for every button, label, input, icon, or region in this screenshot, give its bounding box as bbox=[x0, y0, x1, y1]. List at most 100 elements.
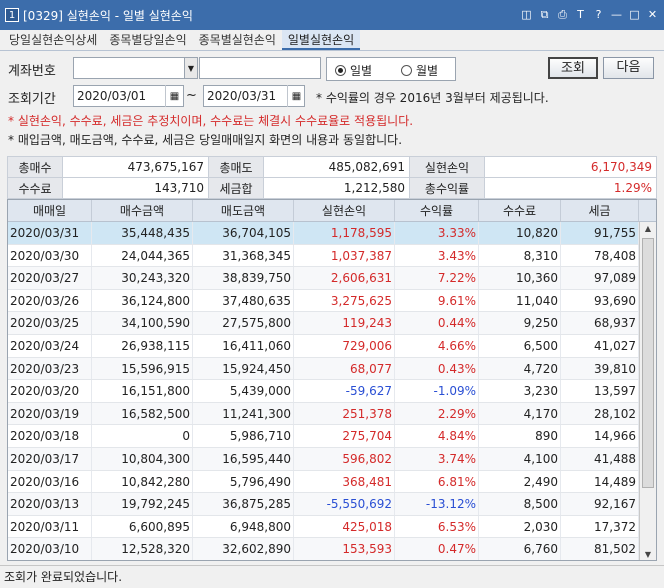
layout-icon[interactable]: ◫ bbox=[519, 7, 534, 22]
header-return-rate[interactable]: 수익률 bbox=[395, 200, 479, 221]
table-cell: 3.43% bbox=[395, 244, 479, 267]
table-cell: 4,170 bbox=[479, 402, 561, 425]
vertical-scrollbar[interactable]: ▲ ▼ bbox=[639, 222, 656, 560]
next-button[interactable]: 다음 bbox=[603, 57, 654, 79]
table-cell: 2020/03/10 bbox=[8, 538, 92, 560]
table-row[interactable]: 2020/03/18 0 5,986,710 275,704 4.84% 890 14,96… bbox=[8, 425, 656, 448]
daily-pl-grid: 매매일 매수금액 매도금액 실현손익 수익률 수수료 세금 2020/03/31… bbox=[7, 199, 657, 561]
table-cell: 3,275,625 bbox=[294, 289, 395, 312]
table-cell: 368,481 bbox=[294, 470, 395, 493]
radio-monthly[interactable]: 월별 bbox=[401, 62, 438, 79]
realized-pl-value: 6,170,349 bbox=[484, 156, 657, 178]
table-cell: 2020/03/20 bbox=[8, 380, 92, 402]
tax-label: 세금합 bbox=[208, 177, 264, 199]
radio-monthly-label: 월별 bbox=[416, 64, 439, 78]
calendar-icon[interactable]: ▦ bbox=[165, 85, 183, 107]
table-cell: 890 bbox=[479, 425, 561, 447]
account-name-field bbox=[199, 57, 321, 79]
table-row[interactable]: 2020/03/25 34,100,590 27,575,800 119,243 0.4… bbox=[8, 312, 656, 335]
table-cell: 32,602,890 bbox=[193, 538, 294, 560]
tab-daily-realized-detail[interactable]: 당일실현손익상세 bbox=[3, 30, 103, 50]
table-row[interactable]: 2020/03/16 10,842,280 5,796,490 368,481 6.81… bbox=[8, 470, 656, 494]
table-cell: 1,037,387 bbox=[294, 244, 395, 267]
table-cell: 2020/03/16 bbox=[8, 470, 92, 493]
scroll-thumb[interactable] bbox=[642, 238, 654, 488]
table-cell: -1.09% bbox=[395, 380, 479, 402]
table-cell: 17,372 bbox=[561, 515, 639, 538]
table-cell: 5,796,490 bbox=[193, 470, 294, 493]
table-cell: 119,243 bbox=[294, 312, 395, 334]
table-row[interactable]: 2020/03/19 16,582,500 11,241,300 251,378 2.2… bbox=[8, 402, 656, 426]
table-cell: 68,937 bbox=[561, 312, 639, 334]
scroll-down-icon[interactable]: ▼ bbox=[640, 548, 656, 560]
tab-stock-realized-pl[interactable]: 종목별실현손익 bbox=[193, 30, 282, 50]
table-cell: 2020/03/11 bbox=[8, 515, 92, 538]
table-row[interactable]: 2020/03/31 35,448,435 36,704,105 1,178,595 3… bbox=[8, 222, 656, 245]
table-row[interactable]: 2020/03/13 19,792,245 36,875,285 -5,550,692… bbox=[8, 493, 656, 516]
table-cell: 39,810 bbox=[561, 357, 639, 380]
table-cell: 9,250 bbox=[479, 312, 561, 334]
table-cell: 68,077 bbox=[294, 357, 395, 380]
radio-daily-label: 일별 bbox=[350, 64, 373, 78]
table-cell: 4.84% bbox=[395, 425, 479, 447]
table-cell: 2020/03/27 bbox=[8, 267, 92, 289]
scroll-up-icon[interactable]: ▲ bbox=[640, 222, 656, 236]
header-realized-pl[interactable]: 실현손익 bbox=[294, 200, 395, 221]
table-row[interactable]: 2020/03/23 15,596,915 15,924,450 68,077 0.43… bbox=[8, 357, 656, 381]
table-row[interactable]: 2020/03/30 24,044,365 31,368,345 1,037,387 3… bbox=[8, 244, 656, 268]
font-icon[interactable]: T bbox=[573, 7, 588, 22]
table-cell: 14,966 bbox=[561, 425, 639, 447]
header-tax[interactable]: 세금 bbox=[561, 200, 639, 221]
table-cell: 15,596,915 bbox=[92, 357, 193, 380]
tax-value: 1,212,580 bbox=[263, 177, 410, 199]
table-cell: 6,500 bbox=[479, 334, 561, 357]
table-cell: 729,006 bbox=[294, 334, 395, 357]
period-type-radio-group: 일별 월별 bbox=[326, 57, 456, 81]
table-cell: 2020/03/13 bbox=[8, 493, 92, 515]
table-row[interactable]: 2020/03/26 36,124,800 37,480,635 3,275,625 9… bbox=[8, 289, 656, 313]
table-cell: 36,875,285 bbox=[193, 493, 294, 515]
radio-daily[interactable]: 일별 bbox=[335, 62, 372, 79]
table-row[interactable]: 2020/03/11 6,600,895 6,948,800 425,018 6.53%… bbox=[8, 515, 656, 539]
table-cell: 41,027 bbox=[561, 334, 639, 357]
table-cell: 2,030 bbox=[479, 515, 561, 538]
header-fee[interactable]: 수수료 bbox=[479, 200, 561, 221]
table-cell: 10,360 bbox=[479, 267, 561, 289]
account-number-input[interactable] bbox=[73, 57, 185, 79]
print-icon[interactable]: ⎙ bbox=[555, 7, 570, 22]
close-icon[interactable]: ✕ bbox=[645, 7, 660, 22]
table-cell: 8,500 bbox=[479, 493, 561, 515]
table-row[interactable]: 2020/03/10 12,528,320 32,602,890 153,593 0.4… bbox=[8, 538, 656, 560]
query-button[interactable]: 조회 bbox=[548, 57, 598, 79]
table-cell: 0.43% bbox=[395, 357, 479, 380]
table-cell: -5,550,692 bbox=[294, 493, 395, 515]
table-row[interactable]: 2020/03/20 16,151,800 5,439,000 -59,627 -1.0… bbox=[8, 380, 656, 403]
table-cell: 251,378 bbox=[294, 402, 395, 425]
copy-icon[interactable]: ⧉ bbox=[537, 7, 552, 22]
header-trade-date[interactable]: 매매일 bbox=[8, 200, 92, 221]
table-cell: 19,792,245 bbox=[92, 493, 193, 515]
table-row[interactable]: 2020/03/17 10,804,300 16,595,440 596,802 3.7… bbox=[8, 447, 656, 471]
table-cell: 97,089 bbox=[561, 267, 639, 289]
table-cell: 24,044,365 bbox=[92, 244, 193, 267]
table-cell: 11,040 bbox=[479, 289, 561, 312]
tab-daily-realized-pl[interactable]: 일별실현손익 bbox=[281, 30, 361, 50]
title-bar: 1 [0329] 실현손익 - 일별 실현손익 ◫ ⧉ ⎙ T ? — □ ✕ bbox=[0, 0, 664, 30]
minimize-icon[interactable]: — bbox=[609, 7, 624, 22]
table-cell: 2,490 bbox=[479, 470, 561, 493]
table-row[interactable]: 2020/03/24 26,938,115 16,411,060 729,006 4.6… bbox=[8, 334, 656, 358]
table-cell: 2.29% bbox=[395, 402, 479, 425]
tab-stock-daily-pl[interactable]: 종목별당일손익 bbox=[103, 30, 192, 50]
table-cell: 11,241,300 bbox=[193, 402, 294, 425]
table-cell: 6.81% bbox=[395, 470, 479, 493]
table-cell: 92,167 bbox=[561, 493, 639, 515]
header-buy-amount[interactable]: 매수금액 bbox=[92, 200, 193, 221]
table-row[interactable]: 2020/03/27 30,243,320 38,839,750 2,606,631 7… bbox=[8, 267, 656, 290]
calendar-icon[interactable]: ▦ bbox=[287, 85, 305, 107]
account-dropdown-button[interactable]: ▼ bbox=[184, 57, 198, 79]
header-sell-amount[interactable]: 매도금액 bbox=[193, 200, 294, 221]
table-cell: 7.22% bbox=[395, 267, 479, 289]
tab-bar: 당일실현손익상세 종목별당일손익 종목별실현손익 일별실현손익 bbox=[3, 30, 361, 50]
help-icon[interactable]: ? bbox=[591, 7, 606, 22]
maximize-icon[interactable]: □ bbox=[627, 7, 642, 22]
